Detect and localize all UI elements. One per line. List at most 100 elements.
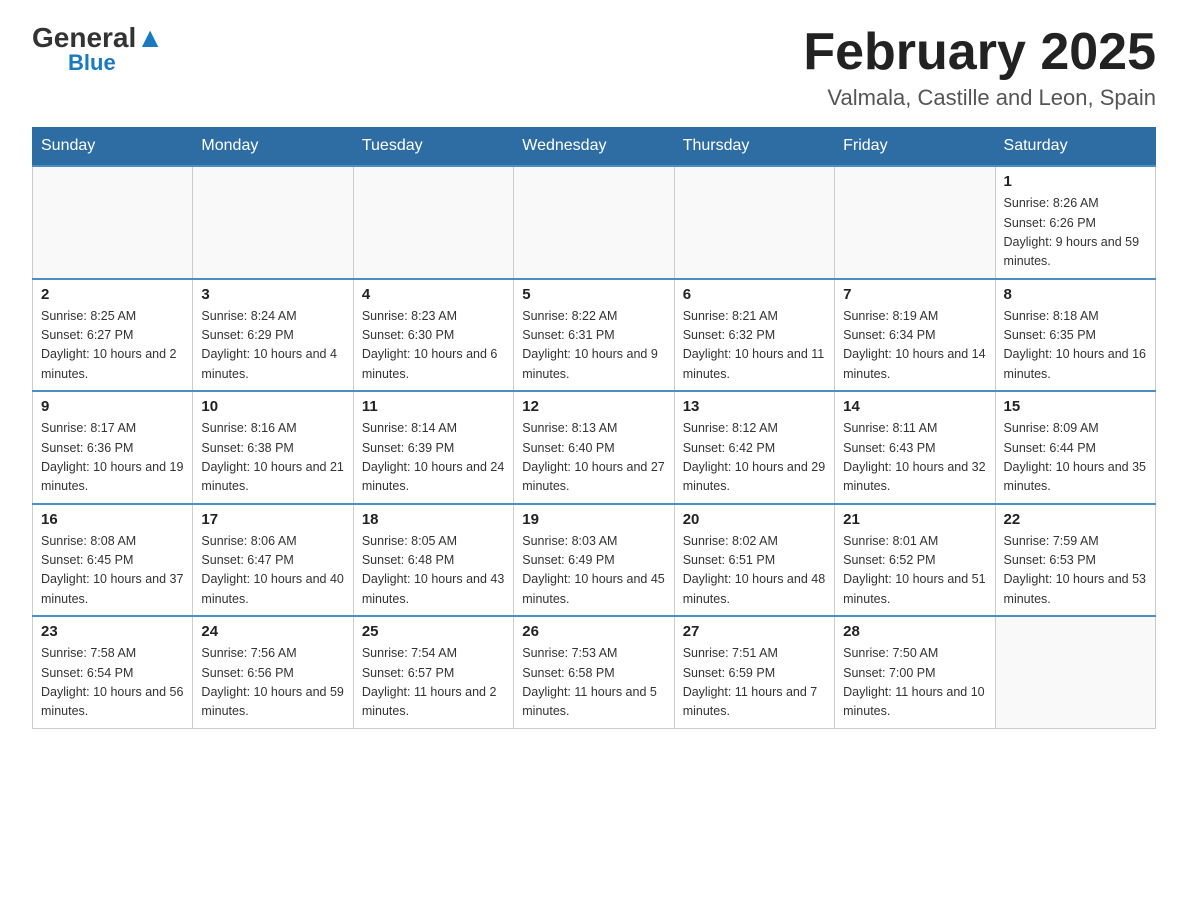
day-of-week-header: Wednesday	[514, 127, 674, 166]
day-number: 12	[522, 398, 665, 415]
day-number: 23	[41, 623, 184, 640]
calendar-day-cell: 19 Sunrise: 8:03 AMSunset: 6:49 PMDayligh…	[514, 504, 674, 617]
calendar-day-cell: 6 Sunrise: 8:21 AMSunset: 6:32 PMDaylight…	[674, 279, 834, 392]
day-info: Sunrise: 7:59 AMSunset: 6:53 PMDaylight:…	[1004, 532, 1147, 610]
calendar-day-cell	[353, 166, 513, 279]
day-info: Sunrise: 8:09 AMSunset: 6:44 PMDaylight:…	[1004, 419, 1147, 497]
day-info: Sunrise: 8:17 AMSunset: 6:36 PMDaylight:…	[41, 419, 184, 497]
calendar-day-cell: 26Sunrise: 7:53 AMSunset: 6:58 PMDayligh…	[514, 616, 674, 728]
calendar-header-row: SundayMondayTuesdayWednesdayThursdayFrid…	[33, 127, 1156, 166]
day-info: Sunrise: 8:03 AMSunset: 6:49 PMDaylight:…	[522, 532, 665, 610]
calendar-day-cell: 11 Sunrise: 8:14 AMSunset: 6:39 PMDayligh…	[353, 391, 513, 504]
page-header: General▲ Blue February 2025 Valmala, Cas…	[32, 24, 1156, 111]
calendar-day-cell: 24Sunrise: 7:56 AMSunset: 6:56 PMDayligh…	[193, 616, 353, 728]
day-info: Sunrise: 8:05 AMSunset: 6:48 PMDaylight:…	[362, 532, 505, 610]
calendar-day-cell: 5 Sunrise: 8:22 AMSunset: 6:31 PMDaylight…	[514, 279, 674, 392]
calendar-day-cell: 9 Sunrise: 8:17 AMSunset: 6:36 PMDaylight…	[33, 391, 193, 504]
calendar-day-cell: 16 Sunrise: 8:08 AMSunset: 6:45 PMDayligh…	[33, 504, 193, 617]
day-number: 16	[41, 511, 184, 528]
calendar-day-cell: 2Sunrise: 8:25 AMSunset: 6:27 PMDaylight…	[33, 279, 193, 392]
calendar-title: February 2025	[803, 24, 1156, 81]
day-of-week-header: Monday	[193, 127, 353, 166]
calendar-week-row: 23Sunrise: 7:58 AMSunset: 6:54 PMDayligh…	[33, 616, 1156, 728]
calendar-day-cell	[835, 166, 995, 279]
calendar-day-cell	[514, 166, 674, 279]
day-number: 22	[1004, 511, 1147, 528]
calendar-day-cell: 10 Sunrise: 8:16 AMSunset: 6:38 PMDayligh…	[193, 391, 353, 504]
day-info: Sunrise: 8:01 AMSunset: 6:52 PMDaylight:…	[843, 532, 986, 610]
logo-general-text: General▲	[32, 24, 164, 52]
calendar-day-cell: 15 Sunrise: 8:09 AMSunset: 6:44 PMDayligh…	[995, 391, 1155, 504]
day-info: Sunrise: 8:22 AMSunset: 6:31 PMDaylight:…	[522, 307, 665, 385]
day-info: Sunrise: 8:18 AMSunset: 6:35 PMDaylight:…	[1004, 307, 1147, 385]
day-number: 5	[522, 286, 665, 303]
calendar-day-cell: 22 Sunrise: 7:59 AMSunset: 6:53 PMDayligh…	[995, 504, 1155, 617]
day-number: 7	[843, 286, 986, 303]
day-info: Sunrise: 8:24 AMSunset: 6:29 PMDaylight:…	[201, 307, 344, 385]
calendar-week-row: 2Sunrise: 8:25 AMSunset: 6:27 PMDaylight…	[33, 279, 1156, 392]
day-info: Sunrise: 8:16 AMSunset: 6:38 PMDaylight:…	[201, 419, 344, 497]
day-info: Sunrise: 8:06 AMSunset: 6:47 PMDaylight:…	[201, 532, 344, 610]
day-of-week-header: Tuesday	[353, 127, 513, 166]
day-number: 26	[522, 623, 665, 640]
day-of-week-header: Thursday	[674, 127, 834, 166]
day-of-week-header: Saturday	[995, 127, 1155, 166]
day-number: 6	[683, 286, 826, 303]
day-info: Sunrise: 8:02 AMSunset: 6:51 PMDaylight:…	[683, 532, 826, 610]
day-info: Sunrise: 8:14 AMSunset: 6:39 PMDaylight:…	[362, 419, 505, 497]
day-number: 1	[1004, 173, 1147, 190]
calendar-day-cell: 14Sunrise: 8:11 AMSunset: 6:43 PMDayligh…	[835, 391, 995, 504]
calendar-day-cell: 12 Sunrise: 8:13 AMSunset: 6:40 PMDayligh…	[514, 391, 674, 504]
day-info: Sunrise: 7:50 AMSunset: 7:00 PMDaylight:…	[843, 644, 986, 722]
calendar-day-cell: 17 Sunrise: 8:06 AMSunset: 6:47 PMDayligh…	[193, 504, 353, 617]
calendar-day-cell: 3Sunrise: 8:24 AMSunset: 6:29 PMDaylight…	[193, 279, 353, 392]
day-number: 25	[362, 623, 505, 640]
calendar-day-cell: 7 Sunrise: 8:19 AMSunset: 6:34 PMDaylight…	[835, 279, 995, 392]
day-of-week-header: Friday	[835, 127, 995, 166]
day-info: Sunrise: 8:19 AMSunset: 6:34 PMDaylight:…	[843, 307, 986, 385]
calendar-subtitle: Valmala, Castille and Leon, Spain	[803, 85, 1156, 111]
calendar-day-cell	[33, 166, 193, 279]
day-number: 11	[362, 398, 505, 415]
day-number: 20	[683, 511, 826, 528]
day-number: 17	[201, 511, 344, 528]
calendar-table: SundayMondayTuesdayWednesdayThursdayFrid…	[32, 127, 1156, 729]
calendar-day-cell	[674, 166, 834, 279]
calendar-day-cell	[995, 616, 1155, 728]
day-info: Sunrise: 8:08 AMSunset: 6:45 PMDaylight:…	[41, 532, 184, 610]
day-number: 28	[843, 623, 986, 640]
day-info: Sunrise: 8:12 AMSunset: 6:42 PMDaylight:…	[683, 419, 826, 497]
title-block: February 2025 Valmala, Castille and Leon…	[803, 24, 1156, 111]
calendar-day-cell: 27Sunrise: 7:51 AMSunset: 6:59 PMDayligh…	[674, 616, 834, 728]
day-number: 15	[1004, 398, 1147, 415]
day-number: 18	[362, 511, 505, 528]
day-info: Sunrise: 7:54 AMSunset: 6:57 PMDaylight:…	[362, 644, 505, 722]
calendar-day-cell: 20 Sunrise: 8:02 AMSunset: 6:51 PMDayligh…	[674, 504, 834, 617]
day-number: 21	[843, 511, 986, 528]
day-number: 10	[201, 398, 344, 415]
calendar-day-cell: 4 Sunrise: 8:23 AMSunset: 6:30 PMDaylight…	[353, 279, 513, 392]
day-number: 19	[522, 511, 665, 528]
day-info: Sunrise: 8:13 AMSunset: 6:40 PMDaylight:…	[522, 419, 665, 497]
logo-blue-text: Blue	[68, 52, 116, 74]
day-info: Sunrise: 8:25 AMSunset: 6:27 PMDaylight:…	[41, 307, 184, 385]
calendar-week-row: 16 Sunrise: 8:08 AMSunset: 6:45 PMDayligh…	[33, 504, 1156, 617]
calendar-week-row: 1 Sunrise: 8:26 AMSunset: 6:26 PMDaylight…	[33, 166, 1156, 279]
day-info: Sunrise: 8:21 AMSunset: 6:32 PMDaylight:…	[683, 307, 826, 385]
day-info: Sunrise: 7:56 AMSunset: 6:56 PMDaylight:…	[201, 644, 344, 722]
calendar-day-cell: 8Sunrise: 8:18 AMSunset: 6:35 PMDaylight…	[995, 279, 1155, 392]
day-info: Sunrise: 8:11 AMSunset: 6:43 PMDaylight:…	[843, 419, 986, 497]
day-info: Sunrise: 8:26 AMSunset: 6:26 PMDaylight:…	[1004, 194, 1147, 272]
day-info: Sunrise: 7:51 AMSunset: 6:59 PMDaylight:…	[683, 644, 826, 722]
day-number: 13	[683, 398, 826, 415]
calendar-day-cell: 21 Sunrise: 8:01 AMSunset: 6:52 PMDayligh…	[835, 504, 995, 617]
calendar-day-cell: 23Sunrise: 7:58 AMSunset: 6:54 PMDayligh…	[33, 616, 193, 728]
calendar-day-cell: 28 Sunrise: 7:50 AMSunset: 7:00 PMDayligh…	[835, 616, 995, 728]
day-number: 9	[41, 398, 184, 415]
day-number: 4	[362, 286, 505, 303]
calendar-week-row: 9 Sunrise: 8:17 AMSunset: 6:36 PMDaylight…	[33, 391, 1156, 504]
calendar-day-cell: 18 Sunrise: 8:05 AMSunset: 6:48 PMDayligh…	[353, 504, 513, 617]
day-of-week-header: Sunday	[33, 127, 193, 166]
calendar-day-cell: 1 Sunrise: 8:26 AMSunset: 6:26 PMDaylight…	[995, 166, 1155, 279]
day-info: Sunrise: 8:23 AMSunset: 6:30 PMDaylight:…	[362, 307, 505, 385]
